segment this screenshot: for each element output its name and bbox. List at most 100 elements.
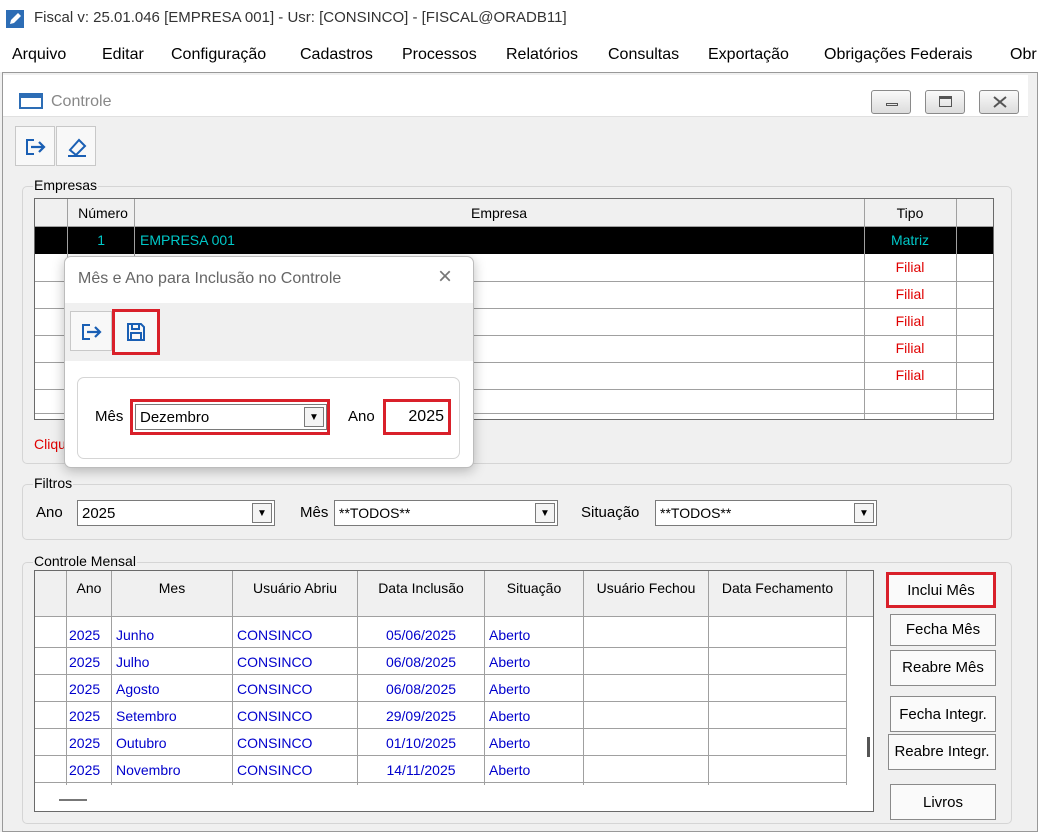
menu-relatorios[interactable]: Relatórios: [506, 46, 578, 64]
chevron-down-icon: ▼: [535, 503, 555, 523]
menu-obrigacoes-federais[interactable]: Obrigações Federais: [824, 46, 973, 64]
row-data: 06/08/2025: [385, 654, 457, 670]
row-mes: Setembro: [116, 708, 177, 724]
inclui-mes-button[interactable]: Inclui Mês: [886, 572, 996, 608]
exit-icon: [26, 139, 46, 155]
vertical-scrollbar[interactable]: [867, 737, 870, 757]
row-usuario: CONSINCO: [237, 762, 313, 778]
menu-exportacao[interactable]: Exportação: [708, 46, 789, 64]
window-title: Controle: [51, 93, 112, 110]
menu-processos[interactable]: Processos: [402, 46, 477, 64]
row-data: 14/11/2025: [386, 762, 456, 778]
dialog-ano-input[interactable]: 2025: [383, 399, 451, 435]
inclusao-dialog: Mês e Ano para Inclusão no Controle × Mê…: [64, 256, 474, 468]
save-icon: [127, 323, 145, 341]
filtro-situacao-label: Situação: [581, 504, 640, 521]
exit-icon: [82, 324, 102, 340]
close-icon: [993, 96, 1007, 108]
empresas-legend: Empresas: [33, 177, 99, 193]
controle-grid[interactable]: Ano Mes Usuário Abriu Data Inclusão Situ…: [34, 570, 874, 812]
col-numero[interactable]: Número: [73, 205, 133, 221]
col-mes[interactable]: Mes: [112, 580, 232, 596]
reabre-mes-button[interactable]: Reabre Mês: [890, 650, 996, 686]
row-situacao: Aberto: [489, 681, 531, 697]
livros-button[interactable]: Livros: [890, 784, 996, 820]
row-mes: Novembro: [116, 762, 181, 778]
col-data-inclusao[interactable]: Data Inclusão: [358, 580, 484, 596]
pencil-icon: [6, 10, 24, 28]
row-ano: 2025: [69, 681, 101, 697]
close-window-button[interactable]: [979, 90, 1019, 114]
row-situacao: Aberto: [489, 708, 531, 724]
row-situacao: Aberto: [489, 627, 531, 643]
menu-arquivo[interactable]: Arquivo: [12, 46, 66, 64]
col-empresa[interactable]: Empresa: [135, 205, 863, 221]
row-mes: Junho: [116, 627, 155, 643]
app-title: Fiscal v: 25.01.046 [EMPRESA 001] - Usr:…: [34, 9, 567, 26]
col-situacao[interactable]: Situação: [485, 580, 583, 596]
empresa-tipo: Matriz: [890, 232, 930, 248]
filtro-ano-select[interactable]: 2025 ▼: [77, 500, 275, 526]
minimize-button[interactable]: [871, 90, 911, 114]
eraser-icon: [68, 138, 87, 157]
dialog-ano-label: Ano: [348, 408, 375, 425]
table-row-tipo: Filial: [895, 340, 925, 356]
menu-cadastros[interactable]: Cadastros: [300, 46, 373, 64]
controle-mensal-legend: Controle Mensal: [33, 553, 137, 569]
dialog-close-icon[interactable]: ×: [438, 263, 452, 291]
chevron-down-icon: ▼: [854, 503, 874, 523]
table-row-tipo: Filial: [895, 286, 925, 302]
col-usuario-abriu[interactable]: Usuário Abriu: [233, 580, 357, 596]
col-usuario-fechou[interactable]: Usuário Fechou: [584, 580, 708, 596]
menu-obr[interactable]: Obr: [1010, 46, 1037, 64]
table-row-tipo: Filial: [895, 367, 925, 383]
filtros-legend: Filtros: [33, 475, 74, 491]
row-data: 05/06/2025: [385, 627, 457, 643]
filtro-ano-label: Ano: [36, 504, 63, 521]
col-data-fechamento[interactable]: Data Fechamento: [709, 580, 846, 596]
horizontal-scrollbar[interactable]: [59, 799, 87, 801]
dialog-save-button[interactable]: [112, 309, 160, 355]
row-usuario: CONSINCO: [237, 735, 313, 751]
menu-editar[interactable]: Editar: [102, 46, 144, 64]
dialog-mes-select[interactable]: Dezembro ▼: [135, 404, 327, 430]
menu-configuracao[interactable]: Configuração: [171, 46, 266, 64]
chevron-down-icon: ▼: [304, 407, 324, 427]
empresa-nome: EMPRESA 001: [140, 232, 235, 248]
filtro-mes-label: Mês: [300, 504, 329, 521]
row-situacao: Aberto: [489, 762, 531, 778]
row-mes: Agosto: [116, 681, 160, 697]
row-ano: 2025: [69, 735, 101, 751]
row-situacao: Aberto: [489, 735, 531, 751]
row-ano: 2025: [69, 627, 101, 643]
dialog-exit-button[interactable]: [70, 311, 112, 351]
clear-button[interactable]: [56, 126, 96, 166]
row-mes: Julho: [116, 654, 150, 670]
row-mes: Outubro: [116, 735, 167, 751]
row-usuario: CONSINCO: [237, 708, 313, 724]
controle-window-title-bar: Controle: [3, 75, 1028, 117]
col-tipo[interactable]: Tipo: [865, 205, 955, 221]
row-ano: 2025: [69, 654, 101, 670]
filtro-situacao-select[interactable]: **TODOS** ▼: [655, 500, 877, 526]
empresa-numero: 1: [97, 232, 105, 248]
row-ano: 2025: [69, 708, 101, 724]
row-usuario: CONSINCO: [237, 627, 313, 643]
row-ano: 2025: [69, 762, 101, 778]
dialog-mes-label: Mês: [95, 408, 124, 425]
maximize-button[interactable]: [925, 90, 965, 114]
row-usuario: CONSINCO: [237, 681, 313, 697]
table-row-tipo: Filial: [895, 259, 925, 275]
window-icon: [19, 93, 43, 109]
exit-button[interactable]: [15, 126, 55, 166]
filtro-mes-select[interactable]: **TODOS** ▼: [334, 500, 558, 526]
menu-consultas[interactable]: Consultas: [608, 46, 679, 64]
reabre-integr-button[interactable]: Reabre Integr.: [888, 734, 996, 770]
chevron-down-icon: ▼: [252, 503, 272, 523]
fecha-integr-button[interactable]: Fecha Integr.: [890, 696, 996, 732]
fecha-mes-button[interactable]: Fecha Mês: [890, 614, 996, 646]
col-ano[interactable]: Ano: [67, 580, 111, 596]
row-data: 01/10/2025: [385, 735, 457, 751]
menu-bar: Arquivo Editar Configuração Cadastros Pr…: [0, 40, 1038, 72]
row-data: 29/09/2025: [385, 708, 457, 724]
